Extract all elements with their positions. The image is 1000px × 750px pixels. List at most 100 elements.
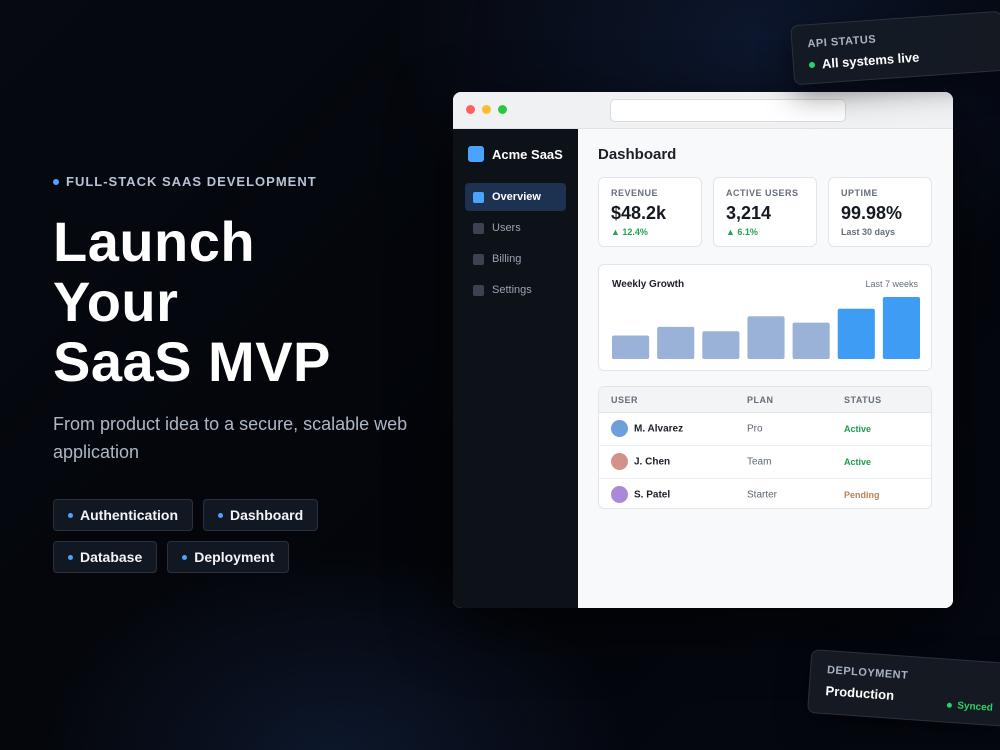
chip-label: Authentication	[80, 507, 178, 523]
chart-bar	[837, 308, 875, 359]
sidebar-item-label: Overview	[492, 191, 541, 203]
brand-logo-icon	[468, 146, 484, 162]
stat-label: UPTIME	[841, 188, 879, 198]
headline-line-3: SaaS MVP	[53, 330, 331, 393]
chart-bar	[657, 326, 695, 359]
sidebar-item-label: Billing	[492, 253, 522, 265]
maximize-dot-icon[interactable]	[498, 105, 507, 114]
chip-dot	[68, 512, 73, 518]
chart-bar	[882, 297, 920, 359]
avatar	[611, 486, 628, 503]
chip-database: Database	[53, 541, 158, 573]
headline-line-2: Your	[53, 270, 179, 333]
stat-note: Last 30 days	[841, 227, 896, 237]
dashboard-main: Dashboard REVENUE $48.2k ▲ 12.4% ACTIVE …	[578, 129, 953, 608]
chip-dot	[218, 512, 223, 518]
stat-value: 99.98%	[841, 203, 903, 223]
chip-label: Dashboard	[230, 507, 304, 523]
column-header-plan: PLAN	[747, 394, 774, 405]
app-window: Acme SaaS Overview Users Billing Setting…	[453, 92, 953, 608]
stat-label: REVENUE	[611, 188, 659, 198]
user-name: J. Chen	[634, 456, 671, 468]
hero-headline: Launch Your SaaS MVP	[53, 212, 331, 392]
column-header-user: USER	[611, 394, 639, 405]
chart-bar	[792, 322, 830, 359]
table-row[interactable]: S. Patel Starter Pending	[599, 479, 931, 508]
status-badge: Pending	[844, 490, 880, 500]
avatar	[611, 453, 628, 470]
sidebar-item-overview[interactable]: Overview	[465, 183, 566, 211]
status-dot-icon	[808, 61, 816, 68]
chip-dot	[68, 554, 73, 560]
chart-range: Last 7 weeks	[865, 279, 918, 289]
url-bar[interactable]	[610, 99, 846, 122]
chip-dot	[182, 554, 188, 560]
user-name: M. Alvarez	[634, 423, 684, 435]
close-dot-icon[interactable]	[466, 105, 475, 114]
sidebar: Acme SaaS Overview Users Billing Setting…	[453, 129, 578, 608]
chart-title: Weekly Growth	[612, 279, 685, 290]
deployment-card: DEPLOYMENT Production Synced	[807, 649, 1000, 727]
deployment-value: Production	[825, 683, 895, 703]
sidebar-item-label: Users	[492, 222, 521, 234]
chip-deployment: Deployment	[167, 541, 290, 573]
eyebrow-dot	[53, 178, 59, 185]
sync-status-text: Synced	[956, 700, 994, 714]
deployment-label: DEPLOYMENT	[826, 664, 909, 682]
deployment-sync-status: Synced	[947, 700, 993, 714]
column-header-status: STATUS	[844, 394, 882, 405]
avatar	[611, 420, 628, 437]
chip-authentication: Authentication	[53, 499, 193, 531]
chip-label: Deployment	[194, 549, 275, 565]
table-header: USER PLAN STATUS	[599, 387, 931, 413]
stat-value: 3,214	[726, 203, 772, 223]
overview-icon	[473, 191, 484, 203]
table-row[interactable]: J. Chen Team Active	[599, 446, 931, 479]
eyebrow: FULL-STACK SAAS DEVELOPMENT	[53, 174, 317, 189]
user-plan: Team	[747, 456, 772, 468]
stat-delta: ▲ 6.1%	[726, 227, 758, 237]
api-status-text: All systems live	[808, 49, 920, 73]
status-badge: Active	[844, 457, 872, 467]
chart-bar	[747, 316, 785, 359]
page-title: Dashboard	[598, 146, 677, 163]
sidebar-item-settings[interactable]: Settings	[465, 276, 566, 304]
chip-label: Database	[80, 549, 143, 565]
settings-icon	[473, 284, 484, 296]
brand: Acme SaaS	[468, 146, 563, 162]
stat-delta: ▲ 12.4%	[611, 227, 648, 237]
weekly-growth-chart	[612, 297, 920, 359]
stat-card-active-users: ACTIVE USERS 3,214 ▲ 6.1%	[713, 177, 817, 247]
api-status-label: API STATUS	[807, 33, 877, 51]
weekly-growth-card: Weekly Growth Last 7 weeks	[598, 264, 932, 371]
users-icon	[473, 222, 484, 234]
minimize-dot-icon[interactable]	[482, 105, 491, 114]
user-plan: Pro	[747, 423, 763, 435]
brand-name: Acme SaaS	[492, 146, 563, 162]
table-row[interactable]: M. Alvarez Pro Active	[599, 413, 931, 446]
sync-dot-icon	[947, 702, 953, 708]
billing-icon	[473, 253, 484, 265]
headline-line-1: Launch	[53, 210, 256, 273]
sidebar-item-billing[interactable]: Billing	[465, 245, 566, 273]
users-table: USER PLAN STATUS M. Alvarez Pro Active J…	[598, 386, 932, 509]
eyebrow-text: FULL-STACK SAAS DEVELOPMENT	[66, 174, 317, 189]
chip-dashboard: Dashboard	[203, 499, 319, 531]
api-status-card: API STATUS All systems live	[790, 10, 1000, 86]
feature-chips: Authentication Dashboard Database Deploy…	[53, 499, 383, 573]
api-status-value: All systems live	[821, 49, 920, 72]
sidebar-item-label: Settings	[492, 284, 532, 296]
stat-label: ACTIVE USERS	[726, 188, 799, 198]
chart-bar	[702, 331, 740, 359]
hero-subtitle: From product idea to a secure, scalable …	[53, 414, 408, 462]
user-name: S. Patel	[634, 489, 671, 501]
sidebar-item-users[interactable]: Users	[465, 214, 566, 242]
window-titlebar	[453, 92, 953, 129]
stat-value: $48.2k	[611, 203, 667, 223]
user-plan: Starter	[747, 489, 778, 501]
sidebar-nav: Overview Users Billing Settings	[465, 183, 566, 307]
chart-bar	[612, 335, 650, 359]
status-badge: Active	[844, 424, 872, 434]
stat-card-revenue: REVENUE $48.2k ▲ 12.4%	[598, 177, 702, 247]
stat-card-uptime: UPTIME 99.98% Last 30 days	[828, 177, 932, 247]
